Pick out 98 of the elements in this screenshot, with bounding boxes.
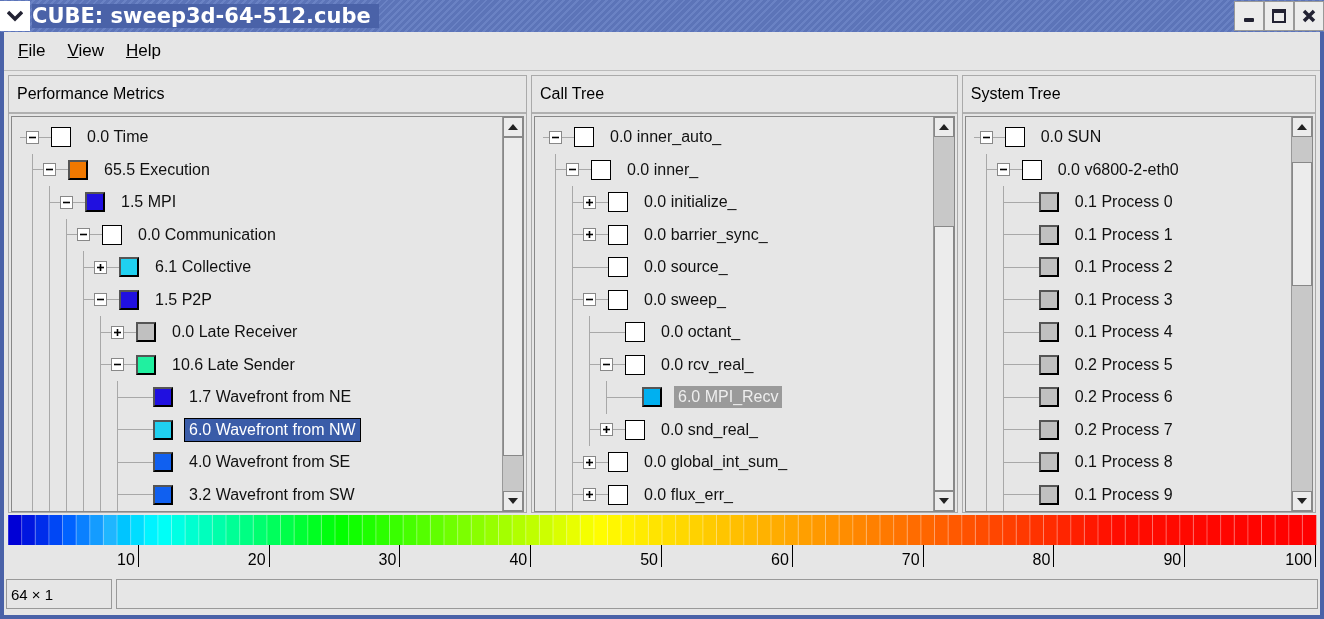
collapse-toggle[interactable] <box>26 130 39 144</box>
scale-tick-label: 40 <box>509 551 528 568</box>
tree-item[interactable]: 0.1 Process 4 <box>1070 321 1177 344</box>
expand-toggle[interactable] <box>600 423 613 437</box>
menu-item[interactable]: Help <box>123 39 163 63</box>
tree-item[interactable]: 0.1 Process 2 <box>1070 256 1177 279</box>
tree-item[interactable]: 0.0 flux_err_ <box>640 483 737 506</box>
scale-tick-label: 70 <box>901 551 920 568</box>
scroll-up-icon[interactable] <box>933 117 954 137</box>
tree-item[interactable]: 1.7 Wavefront from NE <box>185 386 356 409</box>
tree-item[interactable]: 0.2 Process 7 <box>1070 418 1177 441</box>
plus-icon <box>585 230 594 240</box>
tree-item[interactable]: 0.1 Process 0 <box>1070 191 1177 214</box>
tree-item[interactable]: 10.6 Late Sender <box>168 353 299 376</box>
expand-toggle[interactable] <box>583 228 596 242</box>
plus-icon <box>96 262 105 272</box>
collapse-toggle[interactable] <box>60 195 73 209</box>
plus-icon <box>585 197 594 207</box>
window-menu-icon[interactable] <box>0 1 30 31</box>
scroll-up-icon[interactable] <box>1292 117 1312 137</box>
tree-item[interactable]: 0.0 rcv_real_ <box>657 353 758 376</box>
collapse-toggle[interactable] <box>583 293 596 307</box>
scroll-thumb[interactable] <box>1292 161 1312 286</box>
tree-item[interactable]: 0.0 Communication <box>134 223 280 246</box>
collapse-toggle[interactable] <box>600 358 613 372</box>
collapse-toggle[interactable] <box>549 130 562 144</box>
tree-item[interactable]: 0.0 inner_auto_ <box>606 126 726 149</box>
expand-toggle[interactable] <box>583 455 596 469</box>
scroll-down-icon[interactable] <box>1292 491 1312 511</box>
plus-icon <box>585 490 594 500</box>
collapse-toggle[interactable] <box>996 163 1010 177</box>
maximize-icon <box>1271 8 1287 24</box>
tree-item[interactable]: 0.0 inner_ <box>623 158 703 181</box>
tree-item[interactable]: 0.1 Process 1 <box>1070 223 1177 246</box>
collapse-toggle[interactable] <box>979 130 993 144</box>
scale-tick-label: 50 <box>640 551 658 568</box>
tree-item[interactable]: 0.2 Process 5 <box>1070 353 1177 376</box>
panel-header: Call Tree <box>532 76 957 114</box>
scroll-thumb[interactable] <box>503 137 523 456</box>
scale-tick-label: 10 <box>117 551 135 568</box>
minimize-button[interactable] <box>1234 1 1264 31</box>
tree-item[interactable]: 0.0 initialize_ <box>640 191 741 214</box>
maximize-button[interactable] <box>1264 1 1294 31</box>
menu-item[interactable]: File <box>16 39 48 63</box>
scrollbar[interactable] <box>1291 117 1312 511</box>
collapse-toggle[interactable] <box>566 163 579 177</box>
scale-tick-label: 90 <box>1163 551 1182 568</box>
tree-item[interactable]: 0.0 sweep_ <box>640 288 730 311</box>
expand-toggle[interactable] <box>94 260 107 274</box>
tree-item[interactable]: 0.0 octant_ <box>657 321 745 344</box>
tree-item[interactable]: 65.5 Execution <box>100 158 214 181</box>
tree-item[interactable]: 0.0 barrier_sync_ <box>640 223 772 246</box>
tree-item[interactable]: 0.1 Process 8 <box>1070 451 1177 474</box>
tree-item[interactable]: 0.0 v6800-2-eth0 <box>1053 158 1183 181</box>
expand-toggle[interactable] <box>583 195 596 209</box>
tree-item[interactable]: 0.0 Time <box>83 126 153 149</box>
panel-header: Performance Metrics <box>9 76 526 114</box>
tree-item[interactable]: 0.0 Late Receiver <box>168 321 302 344</box>
collapse-toggle[interactable] <box>43 163 56 177</box>
scroll-up-icon[interactable] <box>503 117 523 137</box>
scale-tick-label: 100 <box>1285 551 1312 568</box>
expand-toggle[interactable] <box>111 325 124 339</box>
collapse-toggle[interactable] <box>111 358 124 372</box>
status-field: 64 × 1 <box>6 579 112 609</box>
plus-icon <box>602 425 611 435</box>
tree-item[interactable]: 0.1 Process 9 <box>1070 483 1177 506</box>
scroll-down-icon[interactable] <box>933 491 954 511</box>
plus-icon <box>585 457 594 467</box>
tree-item[interactable]: 0.0 source_ <box>640 256 732 279</box>
scroll-down-icon[interactable] <box>503 491 523 511</box>
tree-item[interactable]: 0.0 snd_real_ <box>657 418 762 441</box>
collapse-toggle[interactable] <box>94 293 107 307</box>
scroll-thumb[interactable] <box>933 225 954 491</box>
scrollbar[interactable] <box>932 117 954 511</box>
tree-item[interactable]: 0.2 Process 6 <box>1070 386 1177 409</box>
tree-item[interactable]: 0.0 global_int_sum_ <box>640 451 792 474</box>
scale-tick-label: 30 <box>378 551 397 568</box>
scale-tick-label: 20 <box>247 551 266 568</box>
tree-item[interactable]: 1.5 MPI <box>117 191 181 214</box>
tree-item[interactable]: 4.0 Wavefront from SE <box>185 451 355 474</box>
close-icon <box>1301 8 1317 24</box>
expand-toggle[interactable] <box>583 488 596 502</box>
scrollbar[interactable] <box>502 117 523 511</box>
plus-icon <box>113 327 122 337</box>
menu-item[interactable]: View <box>65 39 106 63</box>
panel-header: System Tree <box>962 76 1315 114</box>
minimize-icon <box>1244 18 1254 22</box>
scale-tick-label: 60 <box>771 551 789 568</box>
collapse-toggle[interactable] <box>77 228 90 242</box>
tree-item[interactable]: 6.1 Collective <box>151 256 256 279</box>
tree-item[interactable]: 0.1 Process 3 <box>1070 288 1177 311</box>
window-title: CUBE: sweep3d-64-512.cube <box>32 4 379 28</box>
tree-item[interactable]: 6.0 Wavefront from NW <box>185 418 360 441</box>
tree-item[interactable]: 3.2 Wavefront from SW <box>185 483 359 506</box>
close-button[interactable] <box>1294 1 1324 31</box>
tree-item[interactable]: 0.0 SUN <box>1036 126 1106 149</box>
scale-tick-label: 80 <box>1032 551 1051 568</box>
tree-item[interactable]: 1.5 P2P <box>151 288 216 311</box>
